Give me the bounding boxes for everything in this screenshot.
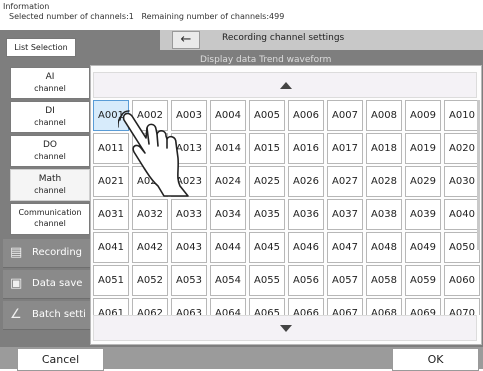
batch-icon: ∠ (10, 307, 22, 322)
channel-cell[interactable]: A045 (249, 232, 285, 263)
channel-cell[interactable]: A040 (444, 199, 480, 230)
channel-cell[interactable]: A033 (171, 199, 207, 230)
channel-cell[interactable]: A056 (288, 265, 324, 296)
channel-cell[interactable]: A054 (210, 265, 246, 296)
channel-cell[interactable]: A047 (327, 232, 363, 263)
channel-cell[interactable]: A010 (444, 100, 480, 131)
background-header: Recording channel settings (160, 30, 483, 50)
recording-icon: ▤ (10, 245, 23, 260)
tapping-hand-icon (118, 110, 189, 197)
category-di-channel[interactable]: DI channel (10, 101, 90, 133)
channel-cell[interactable]: A038 (366, 199, 402, 230)
scroll-down-button[interactable] (93, 315, 477, 341)
background-menu-item: ▤ Recording (3, 239, 98, 268)
category-math-channel[interactable]: Math channel (10, 169, 90, 201)
channel-cell[interactable]: A016 (288, 133, 324, 164)
channel-cell[interactable]: A025 (249, 166, 285, 197)
channel-cell[interactable]: A057 (327, 265, 363, 296)
channel-cell[interactable]: A044 (210, 232, 246, 263)
channel-cell[interactable]: A019 (405, 133, 441, 164)
channel-cell[interactable]: A009 (405, 100, 441, 131)
channel-cell[interactable]: A051 (93, 265, 129, 296)
background-subtitle: Display data Trend waveform (200, 55, 332, 65)
scroll-up-button[interactable] (93, 72, 477, 98)
channel-cell[interactable]: A037 (327, 199, 363, 230)
channel-cell[interactable]: A028 (366, 166, 402, 197)
category-ai-channel[interactable]: AI channel (10, 67, 90, 99)
cancel-button[interactable]: Cancel (17, 348, 104, 371)
grid-scrollbar[interactable] (477, 100, 480, 250)
channel-cell[interactable]: A046 (288, 232, 324, 263)
channel-count-status: Selected number of channels:1 Remaining … (9, 12, 285, 21)
channel-cell[interactable]: A065 (249, 298, 285, 315)
info-heading: Information (3, 2, 50, 11)
channel-cell[interactable]: A004 (210, 100, 246, 131)
channel-cell[interactable]: A008 (366, 100, 402, 131)
save-icon: ▣ (10, 276, 23, 291)
channel-cell[interactable]: A049 (405, 232, 441, 263)
category-communication-channel[interactable]: Communication channel (10, 203, 90, 235)
channel-cell[interactable]: A050 (444, 232, 480, 263)
channel-cell[interactable]: A034 (210, 199, 246, 230)
channel-cell[interactable]: A053 (171, 265, 207, 296)
channel-cell[interactable]: A060 (444, 265, 480, 296)
channel-cell[interactable]: A018 (366, 133, 402, 164)
channel-cell[interactable]: A069 (405, 298, 441, 315)
channel-cell[interactable]: A055 (249, 265, 285, 296)
channel-cell[interactable]: A042 (132, 232, 168, 263)
channel-cell[interactable]: A020 (444, 133, 480, 164)
channel-cell[interactable]: A039 (405, 199, 441, 230)
channel-cell[interactable]: A030 (444, 166, 480, 197)
channel-cell[interactable]: A067 (327, 298, 363, 315)
channel-cell[interactable]: A029 (405, 166, 441, 197)
channel-cell[interactable]: A059 (405, 265, 441, 296)
list-selection-tab[interactable]: List Selection (6, 38, 76, 57)
channel-cell[interactable]: A066 (288, 298, 324, 315)
channel-cell[interactable]: A017 (327, 133, 363, 164)
channel-cell[interactable]: A063 (171, 298, 207, 315)
left-arrow-icon: ← (172, 31, 200, 49)
channel-cell[interactable]: A048 (366, 232, 402, 263)
triangle-down-icon (280, 325, 292, 332)
channel-cell[interactable]: A027 (327, 166, 363, 197)
channel-cell[interactable]: A031 (93, 199, 129, 230)
background-menu-item: ∠ Batch setti (3, 301, 98, 330)
triangle-up-icon (280, 82, 292, 89)
channel-cell[interactable]: A062 (132, 298, 168, 315)
channel-cell[interactable]: A014 (210, 133, 246, 164)
channel-cell[interactable]: A068 (366, 298, 402, 315)
background-title: Recording channel settings (222, 33, 345, 43)
background-menu: ▤ Recording ▣ Data save ∠ Batch setti (3, 239, 98, 349)
channel-cell[interactable]: A061 (93, 298, 129, 315)
channel-cell[interactable]: A064 (210, 298, 246, 315)
channel-cell[interactable]: A026 (288, 166, 324, 197)
background-menu-item: ▣ Data save (3, 270, 98, 299)
channel-cell[interactable]: A024 (210, 166, 246, 197)
channel-cell[interactable]: A058 (366, 265, 402, 296)
channel-cell[interactable]: A015 (249, 133, 285, 164)
channel-cell[interactable]: A043 (171, 232, 207, 263)
category-do-channel[interactable]: DO channel (10, 135, 90, 167)
channel-cell[interactable]: A070 (444, 298, 480, 315)
channel-cell[interactable]: A007 (327, 100, 363, 131)
channel-cell[interactable]: A006 (288, 100, 324, 131)
channel-cell[interactable]: A041 (93, 232, 129, 263)
channel-cell[interactable]: A032 (132, 199, 168, 230)
channel-cell[interactable]: A035 (249, 199, 285, 230)
channel-cell[interactable]: A036 (288, 199, 324, 230)
channel-cell[interactable]: A052 (132, 265, 168, 296)
ok-button[interactable]: OK (392, 348, 479, 371)
channel-cell[interactable]: A005 (249, 100, 285, 131)
